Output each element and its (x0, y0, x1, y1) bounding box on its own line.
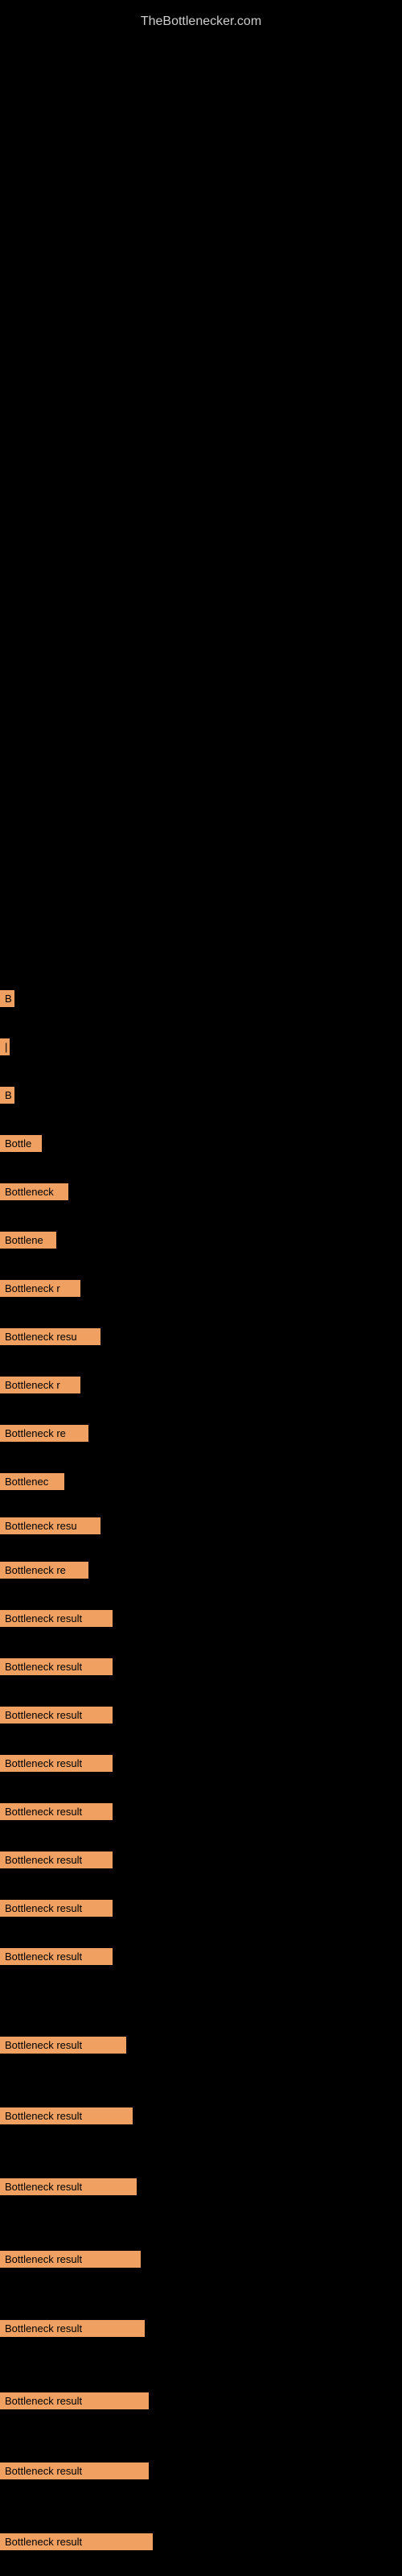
bottleneck-item-20: Bottleneck result (0, 1900, 402, 1917)
bottleneck-item-7: Bottleneck r (0, 1280, 402, 1297)
bottleneck-label-6: Bottlene (0, 1232, 56, 1249)
bottleneck-label-17: Bottleneck result (0, 1755, 113, 1772)
bottleneck-label-8: Bottleneck resu (0, 1328, 100, 1345)
bottleneck-item-13: Bottleneck re (0, 1562, 402, 1579)
bottleneck-label-26: Bottleneck result (0, 2320, 145, 2337)
bottleneck-item-11: Bottlenec (0, 1473, 402, 1490)
bottleneck-label-12: Bottleneck resu (0, 1517, 100, 1534)
bottleneck-item-3: B (0, 1087, 402, 1104)
bottleneck-label-3: B (0, 1087, 14, 1104)
bottleneck-item-5: Bottleneck (0, 1183, 402, 1200)
bottleneck-item-10: Bottleneck re (0, 1425, 402, 1442)
site-title: TheBottlenecker.com (0, 6, 402, 37)
bottleneck-item-28: Bottleneck result (0, 2462, 402, 2479)
bottleneck-item-12: Bottleneck resu (0, 1517, 402, 1534)
bottleneck-label-23: Bottleneck result (0, 2107, 133, 2124)
bottleneck-item-18: Bottleneck result (0, 1803, 402, 1820)
bottleneck-item-26: Bottleneck result (0, 2320, 402, 2337)
bottleneck-item-9: Bottleneck r (0, 1377, 402, 1393)
bottleneck-item-24: Bottleneck result (0, 2178, 402, 2195)
bottleneck-label-18: Bottleneck result (0, 1803, 113, 1820)
bottleneck-label-29: Bottleneck result (0, 2533, 153, 2550)
bottleneck-item-1: B (0, 990, 402, 1007)
bottleneck-label-22: Bottleneck result (0, 2037, 126, 2054)
bottleneck-item-23: Bottleneck result (0, 2107, 402, 2124)
bottleneck-item-6: Bottlene (0, 1232, 402, 1249)
bottleneck-label-11: Bottlenec (0, 1473, 64, 1490)
bottleneck-item-4: Bottle (0, 1135, 402, 1152)
bottleneck-label-16: Bottleneck result (0, 1707, 113, 1724)
bottleneck-label-19: Bottleneck result (0, 1852, 113, 1868)
bottleneck-label-15: Bottleneck result (0, 1658, 113, 1675)
bottleneck-item-19: Bottleneck result (0, 1852, 402, 1868)
bottleneck-label-24: Bottleneck result (0, 2178, 137, 2195)
bottleneck-item-21: Bottleneck result (0, 1948, 402, 1965)
bottleneck-item-27: Bottleneck result (0, 2392, 402, 2409)
bottleneck-label-4: Bottle (0, 1135, 42, 1152)
bottleneck-label-10: Bottleneck re (0, 1425, 88, 1442)
bottleneck-label-2: | (0, 1038, 10, 1055)
bottleneck-item-8: Bottleneck resu (0, 1328, 402, 1345)
bottleneck-item-16: Bottleneck result (0, 1707, 402, 1724)
bottleneck-label-1: B (0, 990, 14, 1007)
bottleneck-label-14: Bottleneck result (0, 1610, 113, 1627)
bottleneck-item-15: Bottleneck result (0, 1658, 402, 1675)
bottleneck-label-27: Bottleneck result (0, 2392, 149, 2409)
bottleneck-label-5: Bottleneck (0, 1183, 68, 1200)
bottleneck-label-9: Bottleneck r (0, 1377, 80, 1393)
bottleneck-label-28: Bottleneck result (0, 2462, 149, 2479)
bottleneck-item-17: Bottleneck result (0, 1755, 402, 1772)
bottleneck-item-29: Bottleneck result (0, 2533, 402, 2550)
bottleneck-item-14: Bottleneck result (0, 1610, 402, 1627)
bottleneck-label-20: Bottleneck result (0, 1900, 113, 1917)
bottleneck-label-25: Bottleneck result (0, 2251, 141, 2268)
bottleneck-label-7: Bottleneck r (0, 1280, 80, 1297)
bottleneck-item-22: Bottleneck result (0, 2037, 402, 2054)
bottleneck-item-25: Bottleneck result (0, 2251, 402, 2268)
bottleneck-item-2: | (0, 1038, 402, 1055)
bottleneck-label-13: Bottleneck re (0, 1562, 88, 1579)
bottleneck-label-21: Bottleneck result (0, 1948, 113, 1965)
